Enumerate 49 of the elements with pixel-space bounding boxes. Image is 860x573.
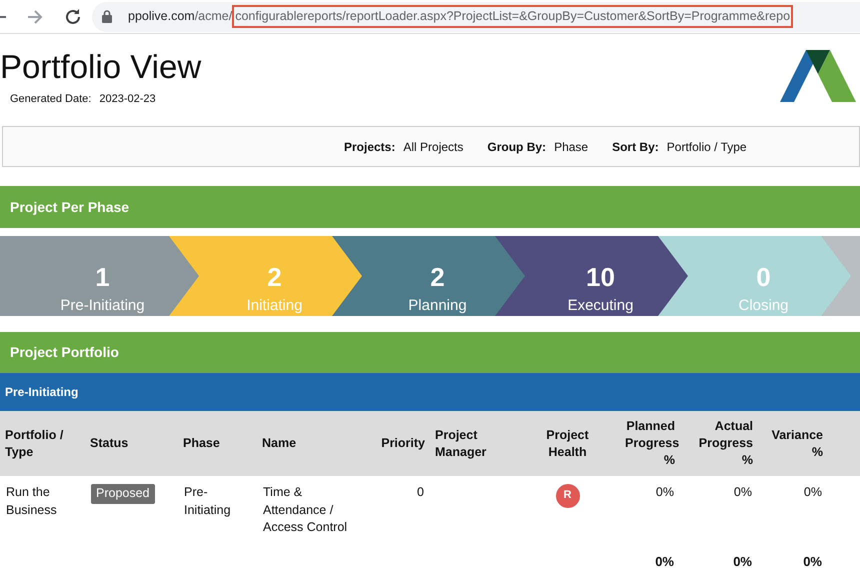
page-title: Portfolio View [0, 50, 202, 83]
filter-label: Projects: [344, 140, 396, 154]
column-header: Status [85, 411, 178, 476]
column-header: Planned Progress % [620, 411, 680, 476]
phase-label: Pre-Initiating [60, 297, 145, 314]
logo-icon [780, 50, 856, 102]
filter-label: Sort By: [612, 140, 659, 154]
section-header: Project Per Phase [0, 186, 860, 228]
section-header: Project Portfolio [0, 332, 860, 373]
group-header: Pre-Initiating [0, 373, 860, 411]
table-cell: Pre-Initiating [178, 476, 257, 544]
table-cell: 0% [680, 476, 758, 544]
generated-date: 2023-02-23 [99, 93, 156, 105]
phase-count: 10 [586, 262, 615, 292]
filter-value: All Projects [403, 140, 464, 154]
table-cell: Run the Business [0, 476, 85, 544]
table-cell: 0 [360, 476, 430, 544]
filter-value: Phase [554, 140, 588, 154]
column-header: Variance % [758, 411, 828, 476]
phase-label: Closing [738, 297, 789, 314]
status-badge: Proposed [91, 484, 155, 504]
total-cell-text: 0% [802, 552, 823, 570]
column-header: Actual Progress % [680, 411, 758, 476]
address-bar[interactable]: ppolive.com/acme/ configurablereports/reportLoader.aspx?ProjectList=&GroupBy=Customer&SortBy=Programme&repo [92, 2, 860, 32]
health-indicator: R [556, 484, 580, 508]
table-cell: 0% [620, 476, 680, 544]
phase-label: Initiating [246, 297, 302, 314]
column-header: Phase [178, 411, 257, 476]
generated-label: Generated Date: [10, 93, 92, 105]
total-cell-text: 0% [732, 552, 753, 570]
column-header: Name [257, 411, 360, 476]
filter-value: Portfolio / Type [666, 140, 747, 154]
table-cell: 0% [758, 476, 828, 544]
phase-label: Planning [408, 297, 467, 314]
lock-icon [102, 10, 112, 23]
table-cell: Time & Attendance / Access Control [257, 476, 360, 544]
phase-count: 2 [430, 262, 445, 292]
phase-count: 1 [95, 262, 110, 292]
column-header: Priority [360, 411, 430, 476]
phase-label: Executing [568, 297, 634, 314]
phase-count: 0 [756, 262, 771, 292]
column-header: Project Health [515, 411, 620, 476]
url-highlight: configurablereports/reportLoader.aspx?ProjectList=&GroupBy=Customer&SortBy=Programme&repo [232, 5, 794, 28]
column-header: Portfolio / Type [0, 411, 85, 476]
phase-count: 2 [267, 262, 282, 292]
column-header: Project Manager [430, 411, 515, 476]
url-text: ppolive.com/acme/ [128, 8, 232, 26]
total-cell-text: 0% [654, 552, 675, 570]
filter-label: Group By: [487, 140, 546, 154]
